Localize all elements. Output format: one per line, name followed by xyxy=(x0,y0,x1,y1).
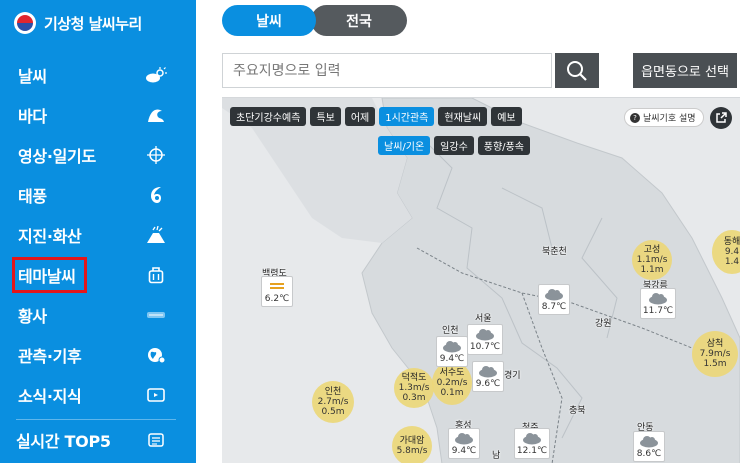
place-label: 서울 xyxy=(475,314,492,324)
cloud-sun-icon xyxy=(145,65,167,85)
sidebar-item-earthquake[interactable]: 지진·화산 xyxy=(0,215,196,255)
sidebar: 기상청 날씨누리 날씨 바다 영상·일기도 태풍 지진·화산 테마날씨 황사 관… xyxy=(0,0,196,463)
globe-crosshair-icon xyxy=(145,145,167,165)
place-label: 경기 xyxy=(504,371,521,381)
cloudy-icon xyxy=(545,289,563,301)
region-select-button[interactable]: 읍면동으로 선택 xyxy=(633,53,737,88)
typhoon-icon xyxy=(145,185,167,205)
chip-forecast[interactable]: 예보 xyxy=(491,107,522,126)
sidebar-item-label: 테마날씨 xyxy=(12,257,87,293)
chip-hourly-observation[interactable]: 1시간관측 xyxy=(379,107,435,126)
weather-station-marker[interactable]: 9.4℃ xyxy=(448,428,480,459)
chip-daily-precip[interactable]: 일강수 xyxy=(434,136,474,155)
map-sub-chips: 날씨/기온 일강수 풍향/풍속 xyxy=(378,136,530,155)
wind-marker[interactable]: 고성 1.1m/s 1.1m xyxy=(632,240,672,280)
cloudy-icon xyxy=(523,433,541,445)
dust-icon xyxy=(145,305,167,325)
sidebar-item-typhoon[interactable]: 태풍 xyxy=(0,175,196,215)
cloudy-icon xyxy=(443,341,461,353)
weather-station-marker[interactable]: 8.7℃ xyxy=(538,284,570,315)
place-label: 인천 xyxy=(442,326,459,336)
place-label: 북춘천 xyxy=(542,247,567,257)
brand-title: 기상청 날씨누리 xyxy=(44,14,142,33)
sidebar-item-label: 지진·화산 xyxy=(18,227,82,246)
map-expand-button[interactable] xyxy=(710,107,732,129)
earth-icon xyxy=(145,345,167,365)
chip-current-weather[interactable]: 현재날씨 xyxy=(438,107,488,126)
sidebar-item-satellite[interactable]: 영상·일기도 xyxy=(0,135,196,175)
help-icon: ? xyxy=(630,112,640,123)
sidebar-item-label: 태풍 xyxy=(18,187,47,206)
place-label: 충북 xyxy=(569,406,586,416)
app: 기상청 날씨누리 날씨 바다 영상·일기도 태풍 지진·화산 테마날씨 황사 관… xyxy=(0,0,740,463)
brand[interactable]: 기상청 날씨누리 xyxy=(14,10,142,36)
search-button[interactable] xyxy=(555,53,599,88)
chip-yesterday[interactable]: 어제 xyxy=(344,107,376,126)
weather-station-marker[interactable]: 9.6℃ xyxy=(472,361,504,392)
weather-station-marker[interactable]: 8.6℃ xyxy=(633,431,665,462)
weather-station-marker[interactable]: 11.7℃ xyxy=(640,288,676,319)
view-tabs: 날씨 전국 xyxy=(222,5,407,36)
cloudy-icon xyxy=(649,293,667,305)
monitor-icon xyxy=(145,385,167,405)
sunny-icon xyxy=(270,283,284,289)
chip-weather-temp[interactable]: 날씨/기온 xyxy=(378,136,431,155)
kma-logo-icon xyxy=(14,12,36,34)
weather-station-marker[interactable]: 6.2℃ xyxy=(261,276,293,307)
sidebar-item-observation[interactable]: 관측·기후 xyxy=(0,335,196,375)
place-label: 남 xyxy=(492,451,501,461)
sidebar-item-label: 바다 xyxy=(18,107,47,126)
weather-map[interactable]: 초단기강수예측 특보 어제 1시간관측 현재날씨 예보 날씨/기온 일강수 풍향… xyxy=(222,97,740,463)
volcano-icon xyxy=(145,225,167,245)
cloudy-icon xyxy=(479,366,497,378)
cloudy-icon xyxy=(476,329,494,341)
chip-wind[interactable]: 풍향/풍속 xyxy=(477,136,530,155)
sidebar-item-theme-weather[interactable]: 테마날씨 xyxy=(0,255,196,295)
wave-icon xyxy=(145,105,167,125)
sidebar-item-weather[interactable]: 날씨 xyxy=(0,55,196,95)
sidebar-nav: 날씨 바다 영상·일기도 태풍 지진·화산 테마날씨 황사 관측·기후 소식·지… xyxy=(0,55,196,459)
cloudy-icon xyxy=(640,436,658,448)
weather-station-marker[interactable]: 10.7℃ xyxy=(467,324,503,355)
sidebar-item-label: 영상·일기도 xyxy=(18,147,96,166)
sidebar-item-label: 날씨 xyxy=(18,67,47,86)
sidebar-item-label: 실시간 TOP5 xyxy=(16,431,111,451)
briefcase-icon xyxy=(145,265,167,285)
list-icon xyxy=(145,430,167,450)
tab-weather[interactable]: 날씨 xyxy=(222,5,316,36)
sidebar-item-yellow-dust[interactable]: 황사 xyxy=(0,295,196,335)
wind-marker[interactable]: 삼척 7.9m/s 1.5m xyxy=(692,331,738,377)
wind-marker[interactable]: 서수도 0.2m/s 0.1m xyxy=(432,361,472,405)
wind-marker[interactable]: 인천 2.7m/s 0.5m xyxy=(312,381,354,423)
sidebar-item-label: 황사 xyxy=(18,307,47,326)
weather-station-marker[interactable]: 9.4℃ xyxy=(436,336,468,367)
sidebar-item-news[interactable]: 소식·지식 xyxy=(0,375,196,415)
search-icon xyxy=(567,60,587,81)
sidebar-item-sea[interactable]: 바다 xyxy=(0,95,196,135)
sidebar-item-label: 소식·지식 xyxy=(18,387,82,406)
cloudy-icon xyxy=(455,433,473,445)
external-link-icon xyxy=(716,112,727,123)
sidebar-item-top5[interactable]: 실시간 TOP5 xyxy=(16,419,176,459)
chip-nowcast[interactable]: 초단기강수예측 xyxy=(230,107,307,126)
legend-label: 날씨기호 설명 xyxy=(643,114,696,124)
place-label: 강원 xyxy=(595,319,612,329)
weather-symbol-legend-button[interactable]: ? 날씨기호 설명 xyxy=(624,108,704,127)
weather-station-marker[interactable]: 12.1℃ xyxy=(514,428,550,459)
sidebar-item-label: 관측·기후 xyxy=(18,347,82,366)
wind-marker[interactable]: 덕적도 1.3m/s 0.3m xyxy=(394,368,434,408)
chip-warning[interactable]: 특보 xyxy=(310,107,341,126)
wind-marker[interactable]: 가대암 5.8m/s xyxy=(392,426,432,463)
map-layer-chips: 초단기강수예측 특보 어제 1시간관측 현재날씨 예보 xyxy=(230,107,522,126)
search-input[interactable] xyxy=(222,53,552,88)
tab-nationwide[interactable]: 전국 xyxy=(311,5,407,36)
